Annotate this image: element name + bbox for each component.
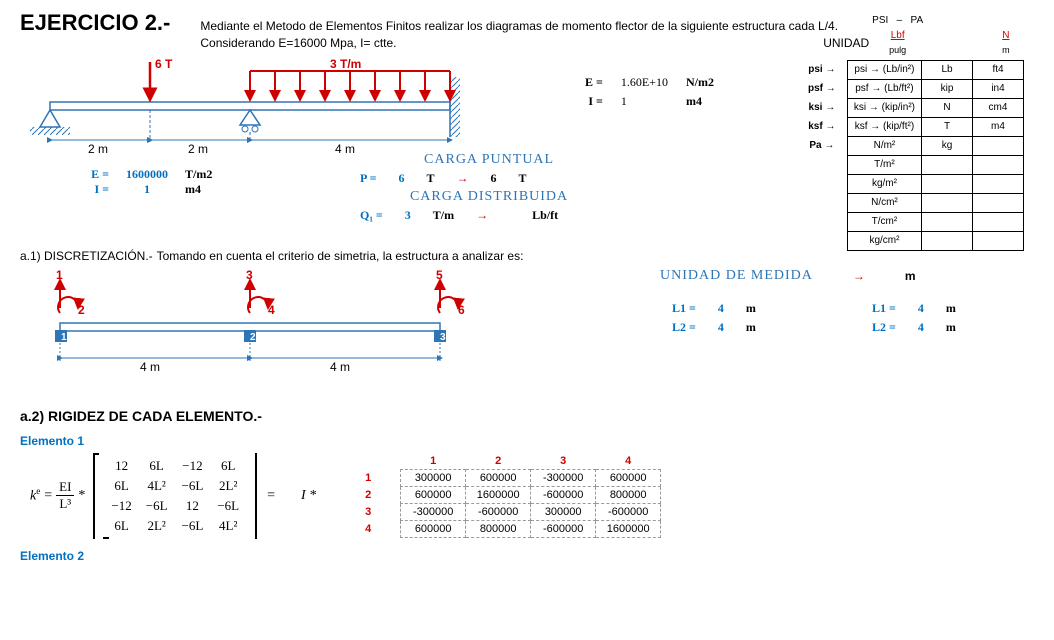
arrow-icon: → [853, 269, 865, 283]
material-inputs: E = 1600000 T/m2 I = 1 m4 [85, 167, 225, 197]
span-1: 2 m [88, 142, 108, 156]
exercise-description: Mediante el Metodo de Elementos Finitos … [200, 18, 869, 52]
exercise-title: EJERCICIO 2.- [20, 10, 170, 36]
dof-6: 6 [458, 303, 465, 317]
unidad-medida-label: UNIDAD DE MEDIDA [660, 268, 813, 284]
unidad-medida-val: m [905, 269, 916, 283]
section-a2-title: a.2) RIGIDEZ DE CADA ELEMENTO.- [20, 408, 1034, 424]
units-conversion-table: psi →psi → (Lb/in²)Lbft4 psf →psf → (Lb/… [797, 60, 1024, 251]
dof-4: 4 [268, 303, 275, 317]
dof-2: 2 [78, 303, 85, 317]
elemento-1-label: Elemento 1 [20, 434, 1034, 448]
numeric-matrix: 1234 1300000600000-300000600000 26000001… [336, 453, 661, 538]
dist-load-label: 3 T/m [330, 57, 361, 71]
units-block: PSI – PA LbfN pulgm psi →psi → (Lb/in²)L… [797, 12, 1024, 251]
params-table: E =1.60E+10N/m2 I =1m4 [575, 72, 724, 112]
lengths-2: L1 =4m L2 =4m [860, 298, 968, 338]
dof-3: 3 [246, 268, 253, 282]
svg-text:3: 3 [440, 332, 446, 343]
svg-text:1: 1 [61, 332, 67, 343]
span-2: 2 m [188, 142, 208, 156]
dof-5: 5 [436, 268, 443, 282]
elemento-2-label: Elemento 2 [20, 549, 1034, 563]
svg-text:2: 2 [250, 332, 256, 343]
point-load-label: 6 T [155, 57, 172, 71]
lengths-1: L1 =4m L2 =4m [660, 298, 768, 338]
discretization-diagram: 1 2 3 [20, 268, 480, 378]
dof-1: 1 [56, 268, 63, 282]
stiffness-matrix-area: ke = EIL³ * 126L−126L 6L4L²−6L2L² −12−6L… [30, 453, 1034, 539]
disc-span-1: 4 m [140, 360, 160, 374]
load-table: CARGA PUNTUAL P =6T →6T CARGA DISTRIBUID… [348, 152, 570, 226]
disc-span-2: 4 m [330, 360, 350, 374]
